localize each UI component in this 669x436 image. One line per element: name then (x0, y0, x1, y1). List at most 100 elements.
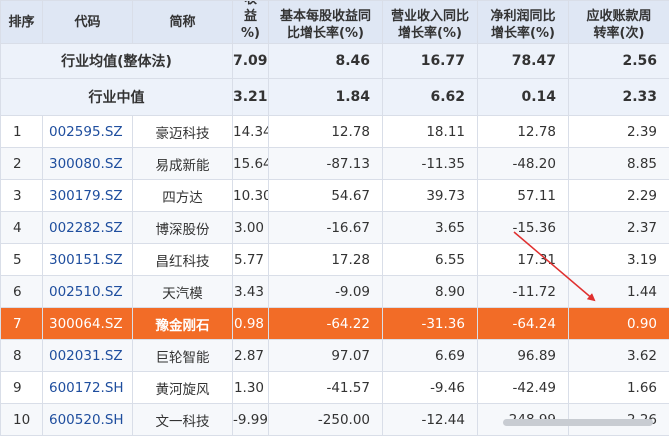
stock-name: 天汽模 (133, 276, 233, 308)
revenue-growth-cell: 6.55 (383, 244, 478, 276)
header-code[interactable]: 代码 (43, 1, 133, 44)
stock-name: 四方达 (133, 180, 233, 212)
stock-code-link[interactable]: 300064.SZ (43, 308, 133, 340)
eps-cell: 14.34 (233, 116, 269, 148)
table-row[interactable]: 2300080.SZ易成新能15.64-87.13-11.35-48.208.8… (1, 148, 669, 180)
industry-median-label: 行业中值 (1, 79, 233, 116)
avg-profit-growth: 78.47 (478, 44, 569, 79)
stock-code-link[interactable]: 300080.SZ (43, 148, 133, 180)
rank-cell: 10 (1, 404, 43, 436)
stock-code-link[interactable]: 600172.SH (43, 372, 133, 404)
financial-ranking-table: 排序 代码 简称 收益 %) 基本每股收益同 比增长率(%) 营业收入同比 增长… (0, 0, 669, 436)
avg-eps-growth: 8.46 (269, 44, 383, 79)
header-eps-growth[interactable]: 基本每股收益同 比增长率(%) (269, 1, 383, 44)
industry-average-row: 行业均值(整体法) 7.09 8.46 16.77 78.47 2.56 (1, 44, 669, 79)
profit-growth-cell: 57.11 (478, 180, 569, 212)
stock-code-link[interactable]: 002282.SZ (43, 212, 133, 244)
stock-code-link[interactable]: 300179.SZ (43, 180, 133, 212)
header-eps[interactable]: 收益 %) (233, 1, 269, 44)
header-profit-growth[interactable]: 净利润同比 增长率(%) (478, 1, 569, 44)
table-row[interactable]: 5300151.SZ昌红科技5.7717.286.5517.313.19 (1, 244, 669, 276)
eps-cell: 3.43 (233, 276, 269, 308)
eps-growth-cell: -16.67 (269, 212, 383, 244)
stock-code-link[interactable]: 300151.SZ (43, 244, 133, 276)
revenue-growth-cell: 6.69 (383, 340, 478, 372)
profit-growth-cell: 17.31 (478, 244, 569, 276)
stock-name: 豫金刚石 (133, 308, 233, 340)
table-row[interactable]: 7300064.SZ豫金刚石0.98-64.22-31.36-64.240.90 (1, 308, 669, 340)
eps-growth-cell: -64.22 (269, 308, 383, 340)
industry-average-label: 行业均值(整体法) (1, 44, 233, 79)
ar-turnover-cell: 2.37 (569, 212, 669, 244)
table-row[interactable]: 6002510.SZ天汽模3.43-9.098.90-11.721.44 (1, 276, 669, 308)
ar-turnover-cell: 1.66 (569, 372, 669, 404)
industry-median-row: 行业中值 3.21 1.84 6.62 0.14 2.33 (1, 79, 669, 116)
median-profit-growth: 0.14 (478, 79, 569, 116)
revenue-growth-cell: -9.46 (383, 372, 478, 404)
rank-cell: 7 (1, 308, 43, 340)
stock-name: 昌红科技 (133, 244, 233, 276)
eps-growth-cell: 12.78 (269, 116, 383, 148)
revenue-growth-cell: -12.44 (383, 404, 478, 436)
revenue-growth-cell: 18.11 (383, 116, 478, 148)
stock-code-link[interactable]: 002595.SZ (43, 116, 133, 148)
stock-code-link[interactable]: 002510.SZ (43, 276, 133, 308)
profit-growth-cell: 12.78 (478, 116, 569, 148)
revenue-growth-cell: 39.73 (383, 180, 478, 212)
stock-name: 巨轮智能 (133, 340, 233, 372)
eps-cell: 3.00 (233, 212, 269, 244)
profit-growth-cell: 96.89 (478, 340, 569, 372)
table-row[interactable]: 1002595.SZ豪迈科技14.3412.7818.1112.782.39 (1, 116, 669, 148)
table-row[interactable]: 3300179.SZ四方达10.3054.6739.7357.112.29 (1, 180, 669, 212)
revenue-growth-cell: -11.35 (383, 148, 478, 180)
eps-cell: 2.87 (233, 340, 269, 372)
eps-growth-cell: -9.09 (269, 276, 383, 308)
eps-cell: -9.99 (233, 404, 269, 436)
profit-growth-cell: -48.20 (478, 148, 569, 180)
stock-code-link[interactable]: 600520.SH (43, 404, 133, 436)
header-rank[interactable]: 排序 (1, 1, 43, 44)
revenue-growth-cell: 8.90 (383, 276, 478, 308)
eps-growth-cell: -41.57 (269, 372, 383, 404)
stock-name: 易成新能 (133, 148, 233, 180)
header-revenue-growth[interactable]: 营业收入同比 增长率(%) (383, 1, 478, 44)
median-revenue-growth: 6.62 (383, 79, 478, 116)
ar-turnover-cell: 0.90 (569, 308, 669, 340)
stock-code-link[interactable]: 002031.SZ (43, 340, 133, 372)
rank-cell: 1 (1, 116, 43, 148)
ar-turnover-cell: 2.39 (569, 116, 669, 148)
stock-name: 博深股份 (133, 212, 233, 244)
table-row[interactable]: 9600172.SH黄河旋风1.30-41.57-9.46-42.491.66 (1, 372, 669, 404)
header-name[interactable]: 简称 (133, 1, 233, 44)
revenue-growth-cell: 3.65 (383, 212, 478, 244)
stock-name: 黄河旋风 (133, 372, 233, 404)
rank-cell: 3 (1, 180, 43, 212)
ar-turnover-cell: 1.44 (569, 276, 669, 308)
table-row[interactable]: 8002031.SZ巨轮智能2.8797.076.6996.893.62 (1, 340, 669, 372)
avg-revenue-growth: 16.77 (383, 44, 478, 79)
ar-turnover-cell: 3.62 (569, 340, 669, 372)
eps-cell: 1.30 (233, 372, 269, 404)
rank-cell: 6 (1, 276, 43, 308)
company-rows: 1002595.SZ豪迈科技14.3412.7818.1112.782.3923… (1, 116, 669, 436)
eps-growth-cell: -250.00 (269, 404, 383, 436)
horizontal-scrollbar[interactable] (503, 419, 653, 426)
ar-turnover-cell: 2.29 (569, 180, 669, 212)
median-ar-turnover: 2.33 (569, 79, 669, 116)
revenue-growth-cell: -31.36 (383, 308, 478, 340)
profit-growth-cell: -15.36 (478, 212, 569, 244)
rank-cell: 2 (1, 148, 43, 180)
eps-growth-cell: -87.13 (269, 148, 383, 180)
table-header-row: 排序 代码 简称 收益 %) 基本每股收益同 比增长率(%) 营业收入同比 增长… (1, 1, 669, 44)
stock-name: 文一科技 (133, 404, 233, 436)
eps-cell: 0.98 (233, 308, 269, 340)
ar-turnover-cell: 8.85 (569, 148, 669, 180)
eps-growth-cell: 17.28 (269, 244, 383, 276)
median-eps: 3.21 (233, 79, 269, 116)
rank-cell: 5 (1, 244, 43, 276)
eps-cell: 10.30 (233, 180, 269, 212)
eps-cell: 15.64 (233, 148, 269, 180)
median-eps-growth: 1.84 (269, 79, 383, 116)
table-row[interactable]: 4002282.SZ博深股份3.00-16.673.65-15.362.37 (1, 212, 669, 244)
header-ar-turnover[interactable]: 应收账款周 转率(次) (569, 1, 669, 44)
